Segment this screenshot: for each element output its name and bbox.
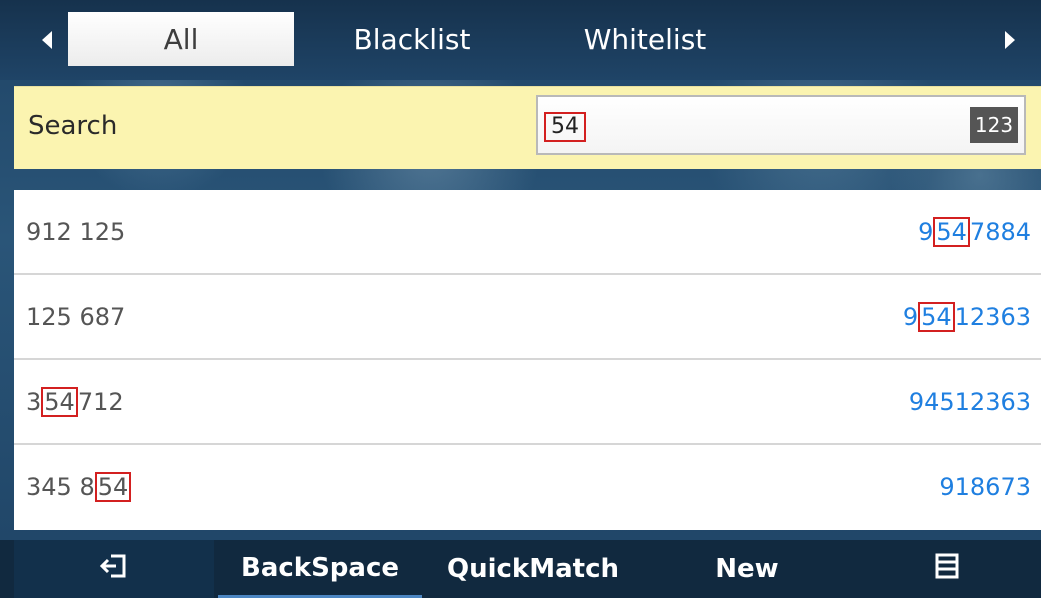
match-highlight: 54 bbox=[41, 386, 78, 417]
list-item[interactable]: 3 54 712 94512363 bbox=[14, 360, 1041, 445]
name-text: 125 687 bbox=[26, 302, 126, 331]
menu-icon bbox=[935, 553, 959, 586]
quickmatch-label: QuickMatch bbox=[447, 554, 619, 584]
contact-name: 3 54 712 bbox=[26, 360, 124, 443]
number-text: 9 bbox=[918, 217, 934, 246]
number-text: 7884 bbox=[969, 217, 1031, 246]
number-text: 12363 bbox=[954, 302, 1031, 331]
contact-number: 9 54 7884 bbox=[918, 190, 1031, 273]
tab-bar: All Blacklist Whitelist bbox=[0, 0, 1041, 80]
number-text: 94512363 bbox=[908, 387, 1031, 416]
menu-button[interactable] bbox=[852, 540, 1041, 598]
contact-list: 912 125 9 54 7884 125 687 9 54 12363 3 54 712… bbox=[14, 190, 1041, 530]
arrow-right-icon[interactable] bbox=[985, 14, 1035, 66]
number-text: 9 bbox=[902, 302, 919, 331]
match-highlight: 54 bbox=[933, 216, 970, 247]
search-input[interactable]: 54 123 bbox=[536, 95, 1026, 155]
quickmatch-button[interactable]: QuickMatch bbox=[424, 540, 642, 598]
tab-blacklist-label: Blacklist bbox=[353, 22, 471, 56]
number-text: 918673 bbox=[939, 472, 1031, 501]
contact-name: 125 687 bbox=[26, 275, 125, 358]
softkey-bar: BackSpace QuickMatch New bbox=[0, 540, 1041, 598]
new-label: New bbox=[715, 554, 779, 584]
name-text: 345 8 bbox=[26, 472, 95, 501]
name-text: 912 125 bbox=[26, 217, 126, 246]
list-item[interactable]: 345 8 54 918673 bbox=[14, 445, 1041, 528]
contact-number: 9 54 12363 bbox=[903, 275, 1031, 358]
contact-name: 912 125 bbox=[26, 190, 125, 273]
name-text: 3 bbox=[26, 387, 42, 416]
tab-all[interactable]: All bbox=[68, 12, 294, 66]
list-item[interactable]: 912 125 9 54 7884 bbox=[14, 190, 1041, 275]
search-label: Search bbox=[28, 111, 118, 141]
back-button[interactable] bbox=[14, 540, 214, 598]
name-text: 712 bbox=[77, 387, 124, 416]
search-row: Search 54 123 bbox=[14, 86, 1041, 169]
arrow-left-icon[interactable] bbox=[22, 14, 72, 66]
tab-blacklist[interactable]: Blacklist bbox=[312, 12, 512, 66]
exit-icon bbox=[99, 552, 128, 587]
tab-whitelist-label: Whitelist bbox=[583, 22, 707, 56]
contact-number: 918673 bbox=[939, 445, 1031, 528]
match-highlight: 54 bbox=[918, 301, 955, 332]
contact-number: 94512363 bbox=[909, 360, 1031, 443]
backspace-button[interactable]: BackSpace bbox=[218, 540, 422, 598]
tab-whitelist[interactable]: Whitelist bbox=[540, 12, 750, 66]
new-button[interactable]: New bbox=[642, 540, 852, 598]
list-item[interactable]: 125 687 9 54 12363 bbox=[14, 275, 1041, 360]
search-value: 54 bbox=[544, 112, 586, 142]
backspace-label: BackSpace bbox=[241, 552, 399, 583]
contact-name: 345 8 54 bbox=[26, 445, 132, 528]
match-highlight: 54 bbox=[94, 471, 132, 502]
input-mode-badge[interactable]: 123 bbox=[970, 107, 1018, 143]
tab-all-label: All bbox=[163, 22, 199, 56]
